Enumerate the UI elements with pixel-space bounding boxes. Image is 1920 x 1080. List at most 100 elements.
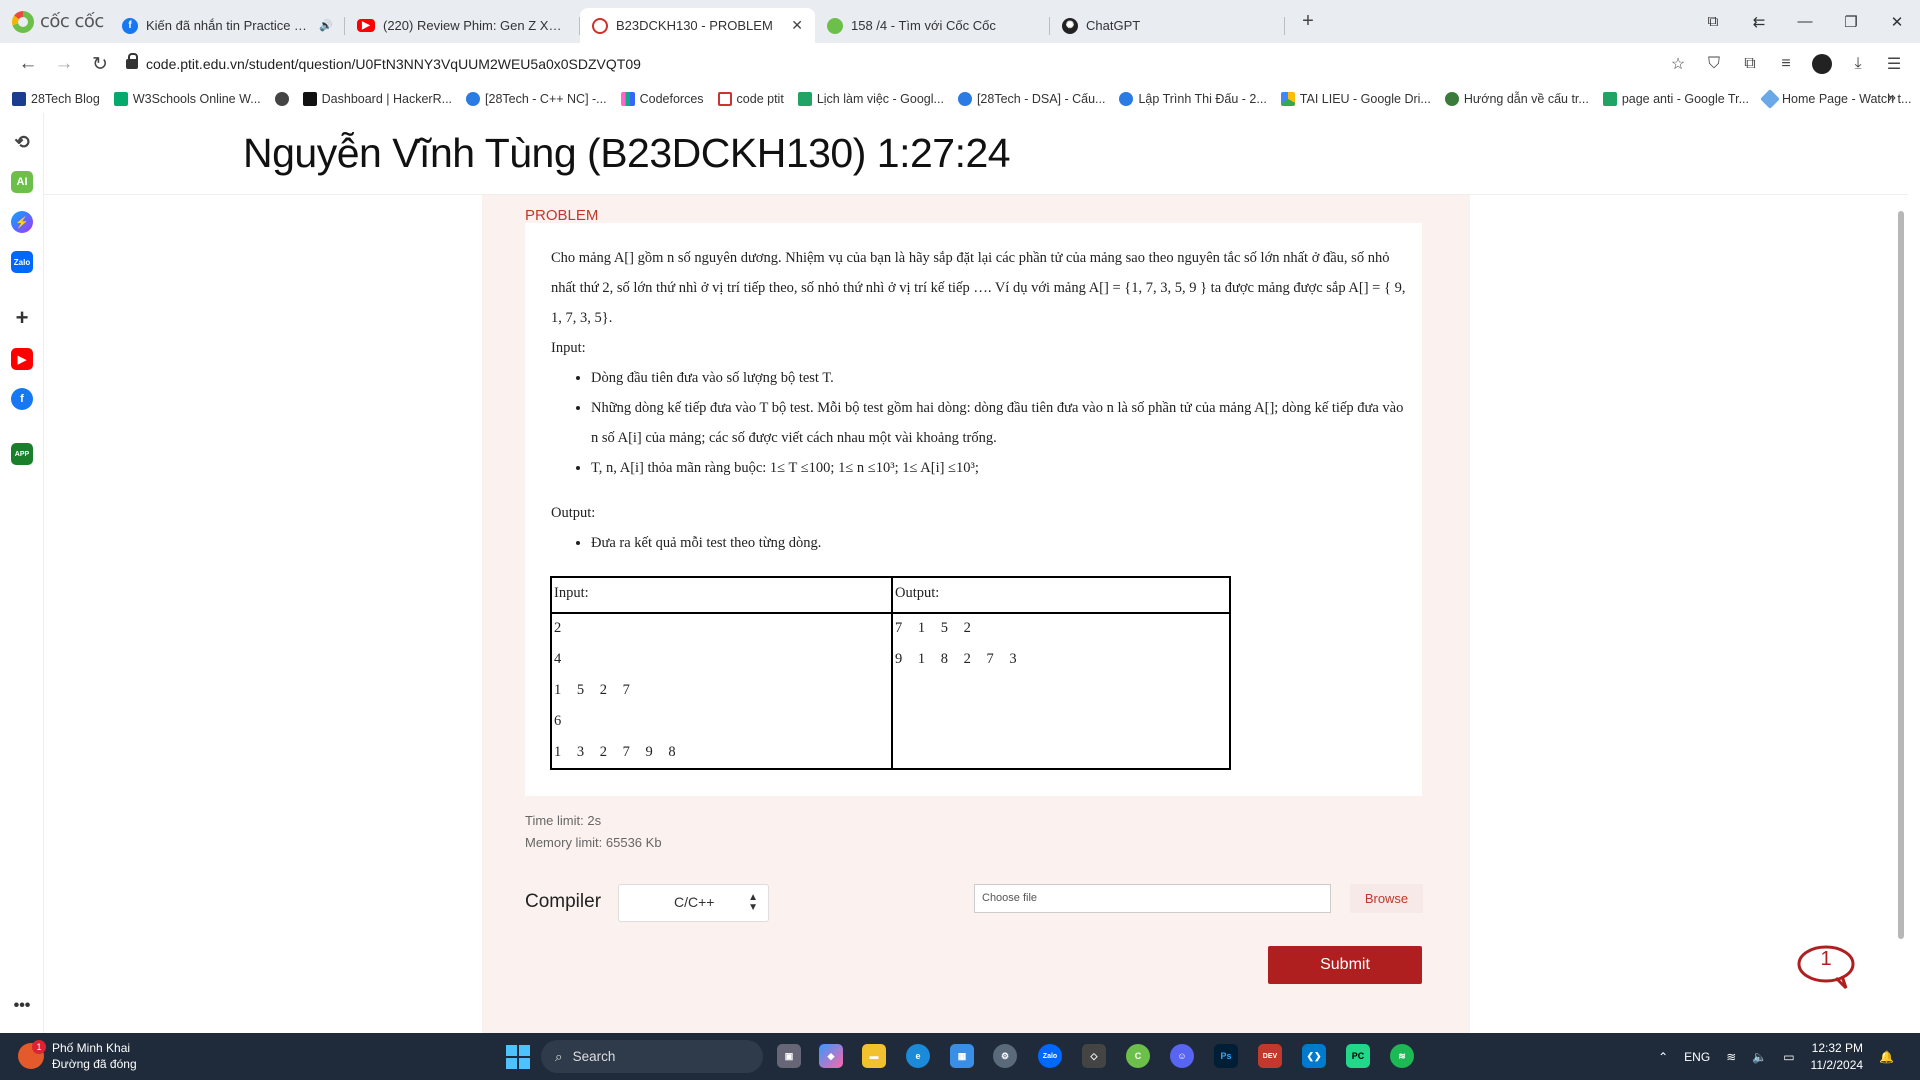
back-button[interactable]: ←: [10, 46, 46, 82]
bookmark-label: Codeforces: [639, 92, 704, 106]
browse-button[interactable]: Browse: [1350, 884, 1423, 913]
download-icon[interactable]: ⤓: [1842, 48, 1874, 80]
media-icon[interactable]: ≡: [1770, 48, 1802, 80]
shield-icon[interactable]: ⛉: [1698, 48, 1730, 80]
spotify-icon[interactable]: ≋: [1390, 1044, 1414, 1068]
tab-search-icon[interactable]: ⧉: [1690, 0, 1736, 43]
table-cell: 2: [554, 620, 568, 636]
zalo-icon[interactable]: Zalo: [1038, 1044, 1062, 1068]
edge-icon[interactable]: e: [906, 1044, 930, 1068]
wifi-icon[interactable]: ≋: [1726, 1050, 1736, 1064]
list-item: T, n, A[i] thỏa mãn ràng buộc: 1≤ T ≤100…: [591, 453, 1413, 483]
volume-icon[interactable]: 🔈: [1752, 1050, 1767, 1064]
windows-start-icon[interactable]: [506, 1045, 530, 1069]
clock-date: 11/2/2024: [1810, 1057, 1864, 1072]
page-header: Nguyễn Vĩnh Tùng (B23DCKH130) 1:27:24: [44, 113, 1908, 195]
bookmark[interactable]: [28Tech - C++ NC] -...: [466, 92, 607, 106]
extensions-icon[interactable]: ⧉: [1734, 48, 1766, 80]
pycharm-icon[interactable]: PC: [1346, 1044, 1370, 1068]
scrollbar-thumb[interactable]: [1898, 211, 1904, 939]
vscode-icon[interactable]: ❮❯: [1302, 1044, 1326, 1068]
bookmark[interactable]: Codeforces: [620, 92, 704, 106]
brand-name: cốc cốc: [40, 11, 104, 32]
add-icon[interactable]: +: [11, 305, 33, 330]
photoshop-icon[interactable]: Ps: [1214, 1044, 1238, 1068]
discord-icon[interactable]: ☺: [1170, 1044, 1194, 1068]
close-icon[interactable]: ✕: [791, 17, 803, 34]
zalo-icon[interactable]: Zalo: [11, 251, 33, 273]
new-tab-button[interactable]: +: [1293, 7, 1323, 37]
ptit-icon: [592, 17, 608, 34]
bookmark[interactable]: [28Tech - DSA] - Cấu...: [957, 92, 1105, 106]
youtube-icon[interactable]: ▶: [11, 348, 33, 370]
speaker-icon[interactable]: 🔊: [319, 19, 333, 32]
settings-icon[interactable]: ⚙: [993, 1044, 1017, 1068]
menu-icon[interactable]: ☰: [1878, 48, 1910, 80]
submit-button[interactable]: Submit: [1268, 946, 1422, 984]
app-icon[interactable]: APP: [11, 443, 33, 465]
ai-icon[interactable]: AI: [11, 171, 33, 193]
messenger-icon[interactable]: ⚡: [11, 211, 33, 233]
table-cell: 7 1 5 2: [895, 620, 977, 636]
lock-icon[interactable]: [126, 52, 138, 71]
address-bar[interactable]: code.ptit.edu.vn/student/question/U0FtN3…: [126, 47, 1626, 81]
page-viewport: Nguyễn Vĩnh Tùng (B23DCKH130) 1:27:24 PR…: [44, 113, 1908, 1033]
bookmark[interactable]: code ptit: [717, 92, 784, 106]
bookmark[interactable]: Hướng dẫn về cấu tr...: [1444, 92, 1589, 106]
reload-button[interactable]: ↻: [82, 46, 118, 82]
minimize-button[interactable]: —: [1782, 0, 1828, 43]
bookmark[interactable]: page anti - Google Tr...: [1602, 92, 1749, 106]
scrollbar[interactable]: [1894, 195, 1908, 1033]
more-icon[interactable]: •••: [11, 995, 33, 1017]
history-icon[interactable]: ⟲: [11, 131, 33, 153]
bookmark[interactable]: TAI LIEU - Google Dri...: [1280, 92, 1431, 106]
cloud-icon: [957, 92, 972, 106]
bookmark[interactable]: [274, 92, 289, 106]
taskbar-search[interactable]: ⌕ Search: [541, 1040, 763, 1073]
devcpp-icon[interactable]: DEV: [1258, 1044, 1282, 1068]
bookmark[interactable]: Dashboard | HackerR...: [302, 92, 452, 106]
tab-chatgpt[interactable]: ✺ ChatGPT: [1050, 8, 1285, 43]
bookmark[interactable]: W3Schools Online W...: [113, 92, 261, 106]
forward-button[interactable]: →: [46, 46, 82, 82]
example-output-column: Output: 7 1 5 2 9 1 8 2 7 3: [891, 578, 1231, 768]
compiler-select[interactable]: C/C++ ▲ ▼: [618, 884, 769, 922]
file-input[interactable]: Choose file: [974, 884, 1331, 913]
clock[interactable]: 12:32 PM 11/2/2024: [1811, 1040, 1864, 1074]
close-window-button[interactable]: ✕: [1874, 0, 1920, 43]
cloud-icon: [466, 92, 481, 106]
chevron-up-icon[interactable]: ⌃: [1658, 1050, 1668, 1064]
window-controls: ⧉ ⇇ — ❐ ✕: [1690, 0, 1920, 43]
coccoc-icon: [827, 17, 843, 34]
tab-youtube[interactable]: ▶ (220) Review Phim: Gen Z Xuyên K: [345, 8, 580, 43]
bookmark[interactable]: Lịch làm việc - Googl...: [797, 92, 944, 106]
tab-coccoc-search[interactable]: 158 /4 - Tìm với Cốc Cốc: [815, 8, 1050, 43]
coccoc-icon[interactable]: C: [1126, 1044, 1150, 1068]
profile-avatar[interactable]: [1806, 48, 1838, 80]
restore-button[interactable]: ❐: [1828, 0, 1874, 43]
file-explorer-icon[interactable]: ▬: [862, 1044, 886, 1068]
bookmark[interactable]: 28Tech Blog: [12, 92, 100, 106]
tab-problem-active[interactable]: B23DCKH130 - PROBLEM ✕: [580, 8, 815, 43]
browser-brand[interactable]: cốc cốc: [0, 0, 110, 43]
chevron-right-icon[interactable]: »: [1887, 89, 1896, 107]
input-label: Input:: [551, 340, 586, 356]
unity-icon[interactable]: ◇: [1082, 1044, 1106, 1068]
copilot-icon[interactable]: ◆: [819, 1044, 843, 1068]
url-text[interactable]: code.ptit.edu.vn/student/question/U0FtN3…: [146, 56, 641, 72]
globe-icon: [274, 92, 289, 106]
weather-widget[interactable]: 1 Phố Minh Khai Đường đã đóng: [18, 1040, 137, 1072]
chat-bubble-icon[interactable]: 1: [1796, 944, 1856, 990]
task-view-icon[interactable]: ▣: [777, 1044, 801, 1068]
codeforces-icon: [620, 92, 635, 106]
notification-bell-icon[interactable]: 🔔: [1879, 1050, 1894, 1064]
battery-icon[interactable]: ▭: [1783, 1050, 1794, 1064]
table-header: Output:: [893, 578, 1231, 614]
store-icon[interactable]: ▦: [950, 1044, 974, 1068]
tab-facebook[interactable]: f Kiến đã nhắn tin Practice Train 🔊: [110, 8, 345, 43]
star-icon[interactable]: ☆: [1662, 48, 1694, 80]
language-indicator[interactable]: ENG: [1684, 1050, 1710, 1064]
facebook-icon[interactable]: f: [11, 388, 33, 410]
back-history-icon[interactable]: ⇇: [1736, 0, 1782, 43]
bookmark[interactable]: Lập Trình Thi Đấu - 2...: [1119, 92, 1267, 106]
